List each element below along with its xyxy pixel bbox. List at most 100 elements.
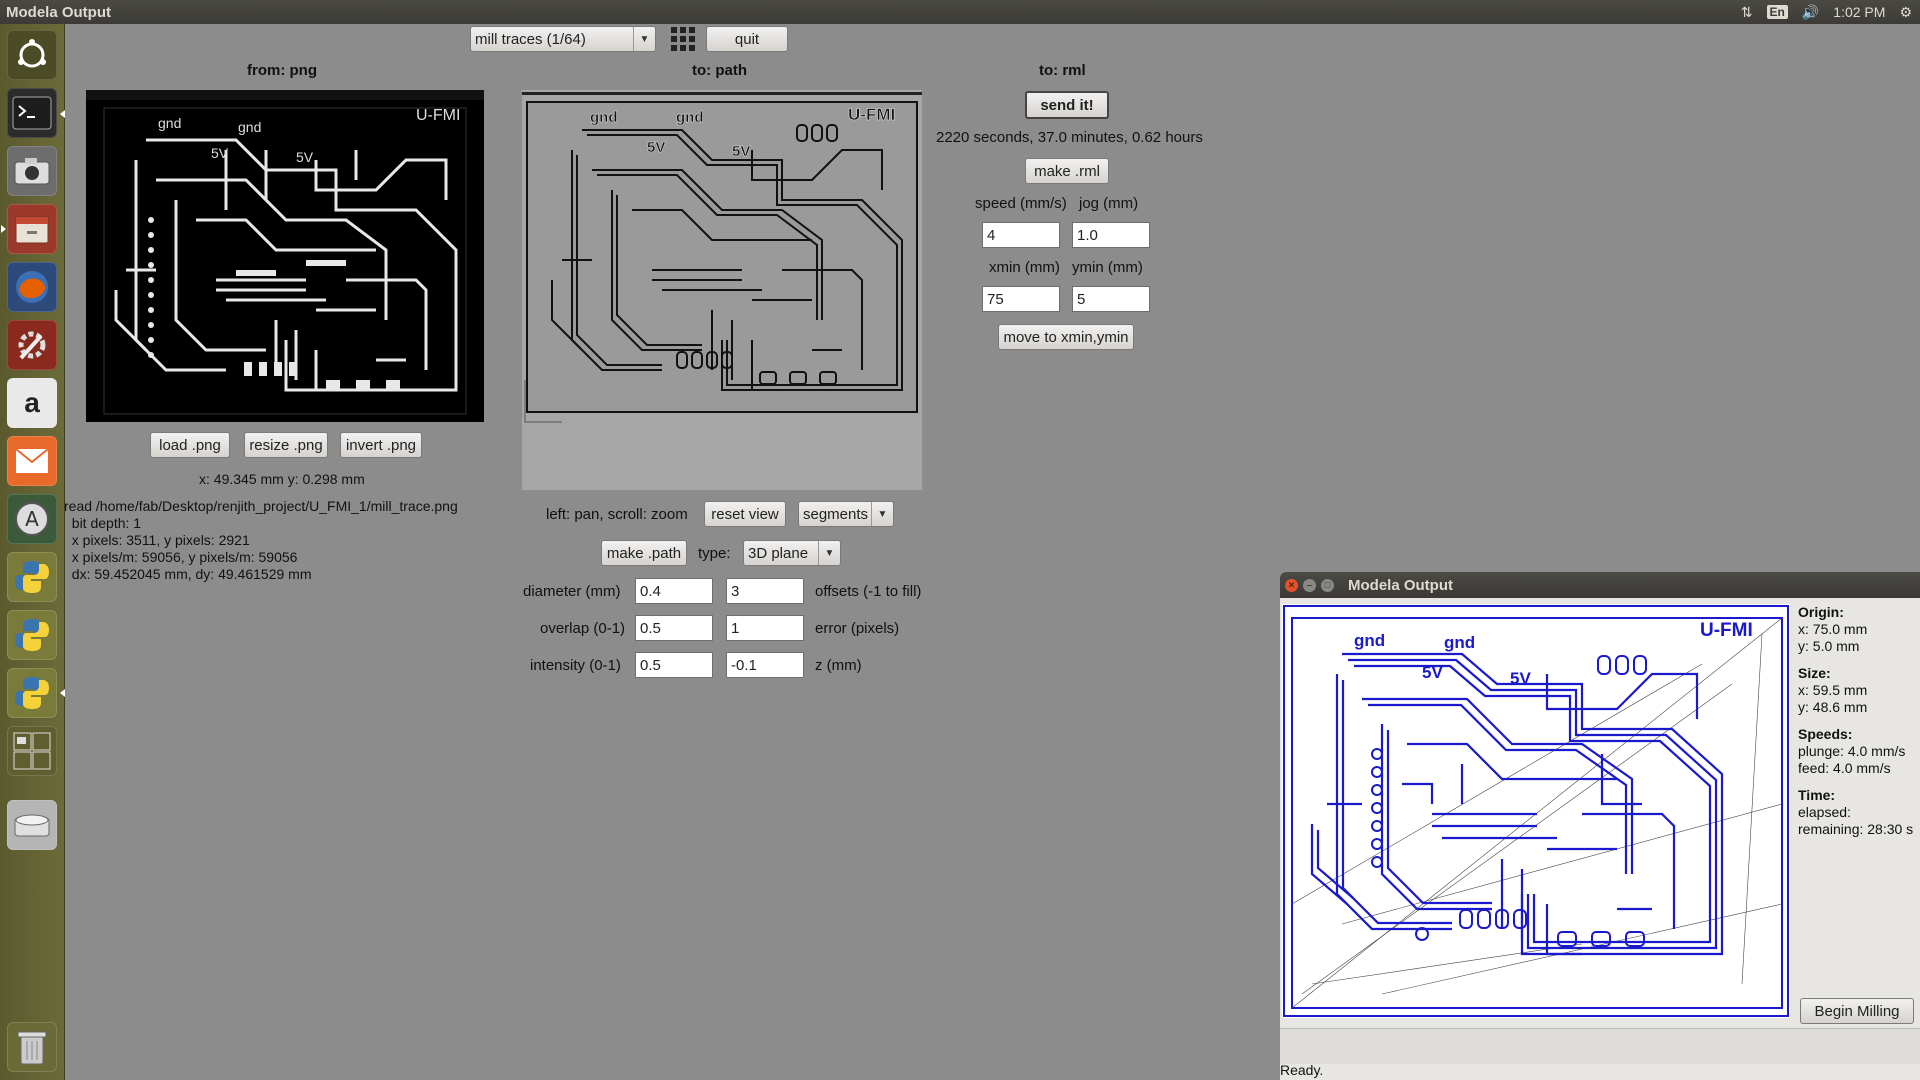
remaining-time: remaining: 28:30 s bbox=[1798, 821, 1914, 837]
error-field[interactable]: 1 bbox=[726, 615, 804, 641]
speed-field[interactable]: 4 bbox=[982, 222, 1060, 248]
origin-heading: Origin: bbox=[1798, 604, 1844, 620]
clock[interactable]: 1:02 PM bbox=[1833, 4, 1885, 20]
make-path-button[interactable]: make .path bbox=[601, 540, 687, 566]
time-estimate: 2220 seconds, 37.0 minutes, 0.62 hours bbox=[936, 129, 1203, 146]
speed-label: speed (mm/s) bbox=[975, 195, 1067, 212]
board-brand-label: U-FMI bbox=[1700, 620, 1753, 641]
active-window-title: Modela Output bbox=[6, 3, 111, 21]
maximize-icon[interactable]: □ bbox=[1321, 578, 1334, 592]
overlap-field[interactable]: 0.5 bbox=[635, 615, 713, 641]
z-field[interactable]: -0.1 bbox=[726, 652, 804, 678]
board-label: gnd bbox=[1354, 631, 1385, 650]
invert-png-button[interactable]: invert .png bbox=[340, 432, 422, 458]
launcher: a A bbox=[0, 24, 65, 1080]
path-preview[interactable]: gnd gnd 5V 5V U-FMI bbox=[522, 90, 922, 490]
jog-field[interactable]: 1.0 bbox=[1072, 222, 1150, 248]
cursor-coords: x: 49.345 mm y: 0.298 mm bbox=[199, 471, 365, 487]
volume-icon[interactable]: 🔊 bbox=[1802, 4, 1819, 21]
type-select[interactable]: 3D plane ▼ bbox=[743, 540, 841, 566]
size-heading: Size: bbox=[1798, 665, 1831, 681]
system-settings-icon[interactable] bbox=[7, 320, 57, 370]
intensity-field[interactable]: 0.5 bbox=[635, 652, 713, 678]
top-panel: Modela Output ⇅ En 🔊 1:02 PM ⚙ bbox=[0, 0, 1920, 24]
z-label: z (mm) bbox=[815, 657, 862, 674]
intensity-label: intensity (0-1) bbox=[530, 657, 621, 674]
send-it-button[interactable]: send it! bbox=[1025, 91, 1109, 119]
file-info-line: x pixels/m: 59056, y pixels/m: 59056 bbox=[64, 549, 298, 565]
status-text: Ready. bbox=[1280, 1062, 1324, 1078]
minimize-icon[interactable]: – bbox=[1303, 578, 1316, 592]
file-info-line: read /home/fab/Desktop/renjith_project/U… bbox=[64, 498, 458, 514]
jog-label: jog (mm) bbox=[1079, 195, 1139, 212]
python-icon[interactable] bbox=[7, 668, 57, 718]
board-label: 5V bbox=[647, 139, 665, 156]
file-info-line: bit depth: 1 bbox=[64, 515, 142, 531]
files-icon[interactable] bbox=[7, 204, 57, 254]
type-label: type: bbox=[698, 545, 731, 562]
origin-x: x: 75.0 mm bbox=[1798, 621, 1868, 637]
amazon-icon[interactable]: a bbox=[7, 378, 57, 428]
time-heading: Time: bbox=[1798, 787, 1836, 803]
window-title: Modela Output bbox=[1348, 576, 1453, 594]
xmin-field[interactable]: 75 bbox=[982, 286, 1060, 312]
keyboard-layout-indicator[interactable]: En bbox=[1766, 5, 1788, 19]
overlap-label: overlap (0-1) bbox=[540, 620, 626, 637]
svg-text:A: A bbox=[25, 507, 39, 531]
feed-speed: feed: 4.0 mm/s bbox=[1798, 760, 1891, 776]
board-label: 5V bbox=[732, 143, 750, 160]
terminal-icon[interactable] bbox=[7, 88, 57, 138]
board-label: gnd bbox=[676, 109, 704, 126]
gear-icon[interactable]: ⚙ bbox=[1899, 4, 1912, 21]
board-label: 5V bbox=[1510, 669, 1531, 688]
process-select[interactable]: mill traces (1/64) ▼ bbox=[470, 26, 656, 52]
python-icon[interactable] bbox=[7, 610, 57, 660]
board-label: 5V bbox=[211, 145, 229, 161]
python-icon[interactable] bbox=[7, 552, 57, 602]
grid-icon[interactable] bbox=[670, 26, 696, 52]
make-rml-button[interactable]: make .rml bbox=[1025, 158, 1109, 184]
size-x: x: 59.5 mm bbox=[1798, 682, 1868, 698]
toolpath-canvas[interactable]: gnd gnd 5V 5V U-FMI bbox=[1282, 604, 1790, 1018]
modela-output-window: ✕ – □ Modela Output gnd gnd 5V 5V U-FMI … bbox=[1280, 572, 1920, 1080]
camera-icon[interactable] bbox=[7, 146, 57, 196]
active-indicator-icon bbox=[60, 110, 65, 118]
dash-home-icon[interactable] bbox=[7, 30, 57, 80]
board-label: 5V bbox=[1422, 663, 1443, 682]
progress-area bbox=[1280, 1028, 1920, 1064]
begin-milling-button[interactable]: Begin Milling bbox=[1800, 998, 1914, 1024]
to-path-heading: to: path bbox=[692, 62, 747, 79]
file-info: read /home/fab/Desktop/renjith_project/U… bbox=[64, 498, 458, 583]
view-mode-select[interactable]: segments ▼ bbox=[798, 501, 894, 527]
active-indicator-icon bbox=[60, 689, 65, 697]
firefox-icon[interactable] bbox=[7, 262, 57, 312]
drive-icon[interactable] bbox=[7, 800, 57, 850]
network-icon[interactable]: ⇅ bbox=[1741, 4, 1753, 21]
diameter-field[interactable]: 0.4 bbox=[635, 578, 713, 604]
ymin-field[interactable]: 5 bbox=[1072, 286, 1150, 312]
window-titlebar[interactable]: ✕ – □ Modela Output bbox=[1280, 572, 1920, 598]
chevron-down-icon: ▼ bbox=[633, 27, 655, 51]
move-to-origin-button[interactable]: move to xmin,ymin bbox=[998, 324, 1134, 350]
running-indicator-icon bbox=[1, 225, 6, 233]
resize-png-button[interactable]: resize .png bbox=[244, 432, 328, 458]
trash-icon[interactable] bbox=[7, 1022, 57, 1072]
board-label: 5V bbox=[296, 149, 314, 165]
chevron-down-icon: ▼ bbox=[871, 502, 893, 526]
load-png-button[interactable]: load .png bbox=[150, 432, 230, 458]
error-label: error (pixels) bbox=[815, 620, 900, 637]
origin-y: y: 5.0 mm bbox=[1798, 638, 1860, 654]
reset-view-button[interactable]: reset view bbox=[704, 501, 786, 527]
mail-icon[interactable] bbox=[7, 436, 57, 486]
png-preview[interactable]: gnd gnd 5V 5V U-FMI bbox=[86, 90, 484, 422]
file-info-line: dx: 59.452045 mm, dy: 49.461529 mm bbox=[64, 566, 312, 582]
board-label: gnd bbox=[238, 119, 261, 135]
workspace-switcher-icon[interactable] bbox=[7, 726, 57, 776]
type-select-value: 3D plane bbox=[748, 544, 809, 562]
close-icon[interactable]: ✕ bbox=[1285, 578, 1298, 592]
quit-button[interactable]: quit bbox=[706, 26, 788, 52]
software-updater-icon[interactable]: A bbox=[7, 494, 57, 544]
board-label: gnd bbox=[1444, 633, 1475, 652]
file-info-line: x pixels: 3511, y pixels: 2921 bbox=[64, 532, 250, 548]
offsets-field[interactable]: 3 bbox=[726, 578, 804, 604]
